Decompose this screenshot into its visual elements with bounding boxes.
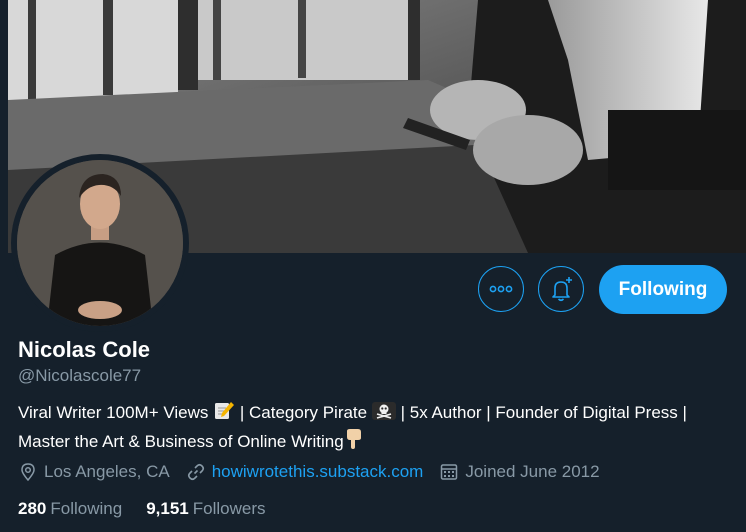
bio-text-2: | Category Pirate xyxy=(239,403,368,422)
more-horizontal-icon xyxy=(489,285,513,293)
followers-count-link[interactable]: 9,151 Followers xyxy=(146,499,265,519)
following-count-link[interactable]: 280 Following xyxy=(18,499,122,519)
profile-bio: Viral Writer 100M+ Views | Category Pira… xyxy=(18,401,718,457)
website-link[interactable]: howiwrotethis.substack.com xyxy=(212,462,424,482)
pointing-down-emoji-icon xyxy=(344,428,364,457)
avatar[interactable] xyxy=(17,160,183,326)
bell-plus-icon xyxy=(552,277,572,302)
location-pin-icon xyxy=(21,463,35,482)
join-date: Joined June 2012 xyxy=(439,462,600,482)
following-count: 280 xyxy=(18,499,47,518)
link-icon xyxy=(187,463,204,481)
notifications-button[interactable] xyxy=(538,266,584,312)
followers-label: Followers xyxy=(192,499,266,518)
location-text: Los Angeles, CA xyxy=(44,462,170,481)
follow-stats: 280 Following 9,151 Followers xyxy=(18,499,289,519)
profile-meta: Los Angeles, CA howiwrotethis.substack.c… xyxy=(18,462,616,482)
website: howiwrotethis.substack.com xyxy=(186,462,424,482)
skull-crossbones-emoji-icon xyxy=(371,401,396,428)
memo-emoji-icon xyxy=(213,401,235,428)
join-date-text: Joined June 2012 xyxy=(465,462,600,481)
calendar-icon xyxy=(441,464,458,480)
following-label: Following xyxy=(50,499,123,518)
following-button[interactable]: Following xyxy=(599,265,727,314)
profile-page: Following Nicolas Cole @Nicolascole77 Vi… xyxy=(0,0,746,532)
location: Los Angeles, CA xyxy=(18,462,170,482)
user-handle: @Nicolascole77 xyxy=(18,366,142,385)
bio-text-1: Viral Writer 100M+ Views xyxy=(18,403,209,422)
followers-count: 9,151 xyxy=(146,499,189,518)
more-options-button[interactable] xyxy=(478,266,524,312)
display-name: Nicolas Cole xyxy=(18,337,151,362)
